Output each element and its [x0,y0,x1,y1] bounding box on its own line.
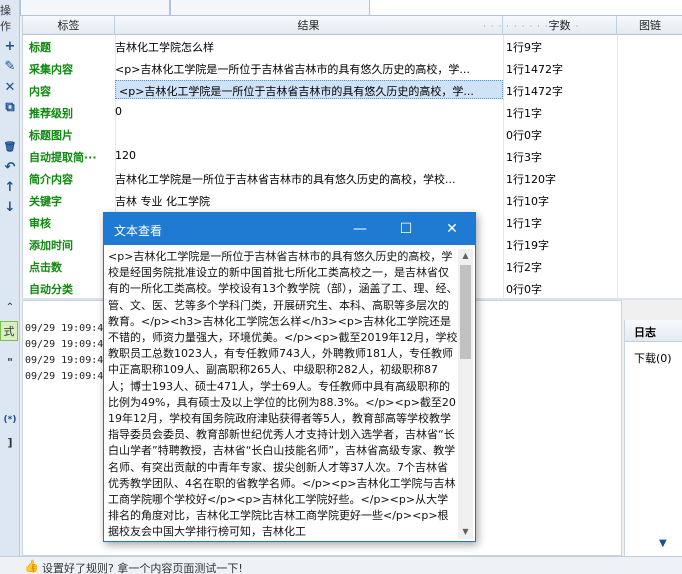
row-label: 自动提取简··· [29,151,97,164]
row-result-selected[interactable]: <p>吉林化工学院是一所位于吉林省吉林市的具有悠久历史的高校，学... [115,80,503,99]
grid-row[interactable]: 关键字 吉林 专业 化工学院 1行10字 [23,189,682,211]
scroll-down-icon[interactable]: ▼ [458,525,473,539]
tab-1[interactable] [20,0,170,16]
tab-2[interactable] [170,0,370,16]
grid-row[interactable]: 自动提取简··· 120 1行3字 [23,145,682,167]
row-label: 简介内容 [29,173,73,186]
row-result: 0 [115,105,122,118]
dialog-scrollbar[interactable]: ▲ ▼ [458,249,473,539]
log-line: 09/29 19:09:4 [25,323,104,334]
row-label: 采集内容 [29,63,73,76]
row-label: 标题图片 [29,129,73,142]
grid-row[interactable]: 简介内容 吉林化工学院是一所位于吉林省吉林市的具有悠久历史的高校，学校... 1… [23,167,682,189]
close-button[interactable]: ✕ [429,213,475,245]
quote-icon: " [7,355,13,369]
download-count[interactable]: 下载(0) [634,350,672,366]
row-count: 1行1字 [506,107,542,120]
row-result: 吉林化工学院是一所位于吉林省吉林市的具有悠久历史的高校，学校... [115,173,456,186]
scroll-down-icon[interactable]: ▼ [659,538,667,549]
bracket-icon: ] [7,435,13,449]
row-count: 1行3字 [506,151,542,164]
row-count: 1行1字 [506,217,542,230]
scroll-thumb[interactable] [460,265,471,359]
copy-icon[interactable]: ⧉ [0,97,20,117]
grid-header: 标签 结果 · · · · · · · · · · · · · 字数 图链 [23,16,682,35]
row-label: 推荐级别 [29,107,73,120]
row-count: 1行120字 [506,173,556,186]
operations-label: 操作 [0,4,11,33]
row-count: 1行10字 [506,195,549,208]
test-tab[interactable]: 式 [0,321,18,341]
row-label: 标题 [29,41,51,54]
column-count[interactable]: 字数 [503,16,617,35]
row-result: 吉林化工学院怎么样 [115,41,214,54]
text-viewer-dialog: 文本查看 — ☐ ✕ <p>吉林化工学院是一所位于吉林省吉林市的具有悠久历史的高… [103,212,476,542]
row-count: 0行0字 [506,129,542,142]
move-up-icon[interactable]: ↑ [0,177,20,197]
log-line: 09/29 19:09:4 [25,339,104,350]
row-count: 0行0字 [506,283,542,296]
row-result: <p>吉林化工学院是一所位于吉林省吉林市的具有悠久历史的高校，学... [115,63,470,76]
row-label: 自动分类 [29,283,73,296]
row-result: 吉林 专业 化工学院 [115,195,210,208]
column-image-link[interactable]: 图链 [617,16,682,35]
log-side-panel: 日志 下载(0) ▼ [624,320,682,556]
scroll-up-icon[interactable]: ▲ [458,249,473,263]
status-text: 设置好了规则? 拿一个内容页面测试一下! [42,562,243,574]
move-down-icon[interactable]: ↓ [0,197,20,217]
edit-icon[interactable]: ✎ [0,56,20,76]
row-count: 1行9字 [506,41,542,54]
undo-icon[interactable]: ↶ [0,157,20,177]
left-toolbar: 操作 + ✎ ✕ ⧉ 🗑 ↶ ↑ ↓ ⌃ 式 " (*) ] [0,0,20,556]
wildcard-icon[interactable]: (*) [0,410,20,430]
chevron-up-icon[interactable]: ⌃ [0,297,20,317]
row-count: 1行2字 [506,261,542,274]
column-result[interactable]: 结果 [115,16,503,35]
delete-icon[interactable]: ✕ [0,77,20,97]
grid-row-selected[interactable]: 内容 <p>吉林化工学院是一所位于吉林省吉林市的具有悠久历史的高校，学... 1… [23,79,682,101]
maximize-button[interactable]: ☐ [383,213,429,245]
row-count: 1行1472字 [506,63,563,76]
grid-row[interactable]: 标题 吉林化工学院怎么样 1行9字 [23,35,682,57]
row-label: 审核 [29,217,51,230]
grid-row[interactable]: 推荐级别 0 1行1字 [23,101,682,123]
row-label: 添加时间 [29,239,73,252]
dialog-text-content[interactable]: <p>吉林化工学院是一所位于吉林省吉林市的具有悠久历史的高校，学校是经国务院批准… [108,249,458,539]
row-result: 120 [115,149,136,162]
tab-strip [20,0,682,16]
log-line: 09/29 19:09:4 [25,355,104,366]
dialog-title: 文本查看 [114,224,163,238]
column-label[interactable]: 标签 [23,16,115,35]
row-label: 点击数 [29,261,62,274]
log-tab[interactable]: 日志 [625,320,682,342]
thumbs-up-icon: 👍 [24,559,39,573]
grid-row[interactable]: 采集内容 <p>吉林化工学院是一所位于吉林省吉林市的具有悠久历史的高校，学...… [23,57,682,79]
row-label: 关键字 [29,195,62,208]
minimize-button[interactable]: — [337,213,383,245]
row-count: 1行19字 [506,239,549,252]
trash-icon[interactable]: 🗑 [0,137,20,157]
add-icon[interactable]: + [0,36,20,56]
log-line: 09/29 19:09:4 [25,371,104,382]
status-bar: 👍 设置好了规则? 拿一个内容页面测试一下! [0,556,682,574]
row-label: 内容 [29,85,51,98]
grid-row[interactable]: 标题图片 0行0字 [23,123,682,145]
row-count: 1行1472字 [506,85,563,98]
dialog-title-bar[interactable]: 文本查看 — ☐ ✕ [104,213,475,245]
